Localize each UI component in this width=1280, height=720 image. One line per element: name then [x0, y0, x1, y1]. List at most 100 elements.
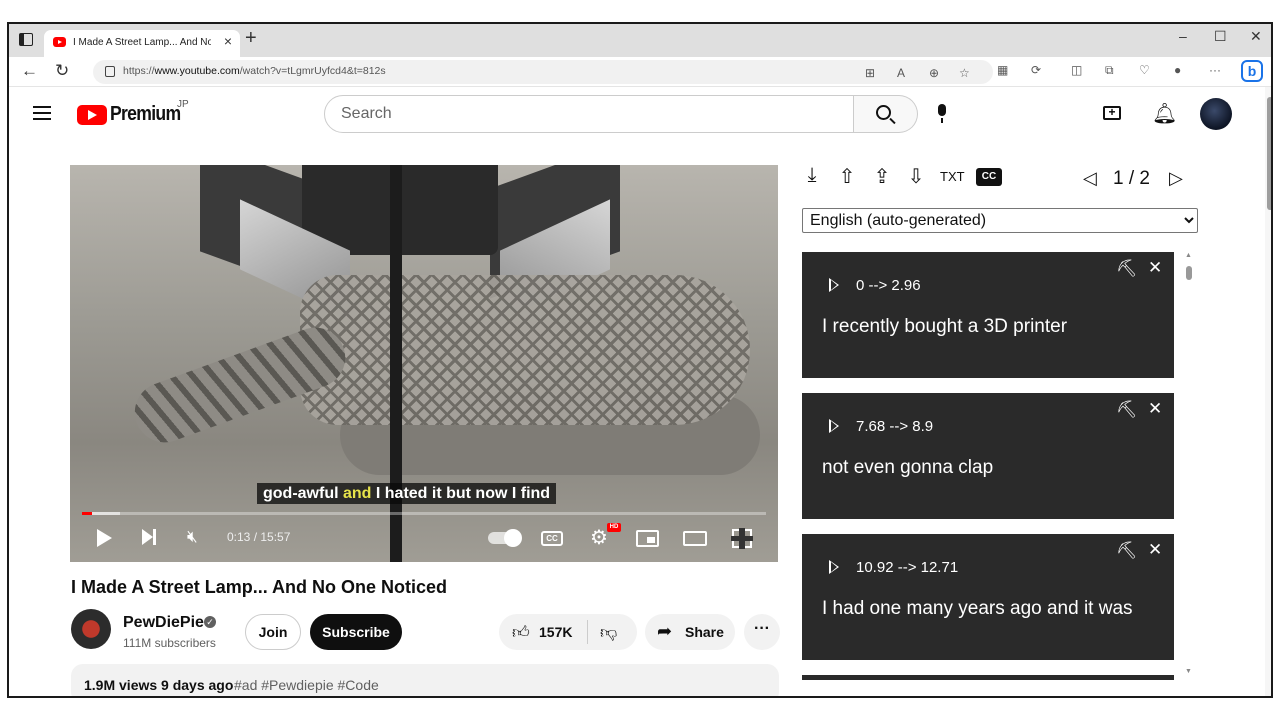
page-scrollbar[interactable]: [1265, 87, 1271, 696]
progress-bar[interactable]: [82, 512, 766, 515]
segment-close-icon[interactable]: ✕: [1148, 399, 1162, 419]
lock-icon: [105, 66, 115, 77]
segment-close-icon[interactable]: ✕: [1148, 540, 1162, 560]
more-actions-button[interactable]: ···: [744, 614, 780, 650]
miniplayer-icon[interactable]: [636, 530, 659, 547]
address-bar: ← ↻ https://www.youtube.com/watch?v=tLgm…: [9, 57, 1271, 87]
transcript-scrollbar[interactable]: ▲ ▼: [1185, 252, 1193, 682]
join-button[interactable]: Join: [245, 614, 301, 650]
search-input[interactable]: [341, 105, 821, 123]
channel-name[interactable]: PewDiePie: [123, 614, 204, 632]
favorite-star-icon[interactable]: ☆: [959, 66, 970, 80]
voice-search-icon[interactable]: [938, 104, 946, 123]
segment-close-icon[interactable]: ✕: [1148, 258, 1162, 278]
like-dislike-group: 👍︎ 157K 👎︎: [499, 614, 637, 650]
theater-mode-icon[interactable]: [683, 531, 707, 546]
youtube-logo-icon[interactable]: [77, 105, 107, 125]
minimize-icon[interactable]: –: [1179, 28, 1187, 44]
split-screen-icon[interactable]: ◫: [1071, 63, 1082, 77]
hammer-icon[interactable]: ⛏: [1116, 541, 1138, 561]
hammer-icon[interactable]: ⛏: [1116, 400, 1138, 420]
tab-actions-icon[interactable]: [19, 33, 33, 46]
view-count-date: 1.9M views 9 days ago: [84, 677, 234, 693]
scroll-up-icon[interactable]: ▲: [1185, 252, 1192, 259]
muted-volume-icon[interactable]: 🔇︎: [187, 527, 198, 547]
page-scroll-thumb[interactable]: [1267, 97, 1271, 210]
maximize-icon[interactable]: ☐: [1214, 28, 1227, 45]
collections-icon[interactable]: ⧉: [1105, 63, 1114, 78]
account-avatar[interactable]: [1200, 98, 1232, 130]
hd-badge: HD: [607, 523, 621, 532]
guide-menu-icon[interactable]: [33, 106, 51, 120]
tab-youtube[interactable]: I Made A Street Lamp... And No One Notic…: [44, 30, 240, 57]
verified-check-icon: ✓: [204, 616, 216, 628]
zoom-icon[interactable]: ⊕: [929, 66, 939, 80]
back-icon[interactable]: ←: [21, 61, 38, 81]
search-box: [324, 95, 854, 133]
transcript-segment[interactable]: ⛏ ✕ 0 --> 2.96 I recently bought a 3D pr…: [802, 252, 1174, 378]
share-arrow-icon: ➦: [657, 621, 673, 641]
transcript-cc-icon[interactable]: CC: [976, 168, 1002, 186]
download-icon[interactable]: ⤓: [802, 164, 822, 190]
autoplay-toggle[interactable]: [488, 529, 522, 547]
bing-copilot-icon[interactable]: b: [1241, 60, 1263, 82]
new-tab-icon[interactable]: +: [245, 27, 257, 50]
segment-play-icon[interactable]: [829, 419, 839, 433]
transcript-scroll-thumb[interactable]: [1186, 266, 1192, 280]
next-video-icon[interactable]: [142, 529, 156, 545]
performance-icon[interactable]: ♡: [1139, 63, 1150, 77]
segment-time: 7.68 --> 8.9: [856, 418, 934, 435]
extension-icon[interactable]: ▦: [997, 63, 1008, 77]
refresh-icon[interactable]: ↻: [55, 61, 69, 81]
share-label: Share: [685, 624, 724, 640]
progress-played: [82, 512, 92, 515]
subtitles-cc-icon[interactable]: CC: [541, 531, 563, 546]
puzzle-icon[interactable]: ⟳: [1031, 63, 1041, 77]
read-aloud-icon[interactable]: A: [897, 66, 905, 80]
previous-page-icon[interactable]: ◁: [1083, 168, 1097, 189]
tab-close-icon[interactable]: ×: [224, 33, 232, 49]
video-caption: god-awful and I hated it but now I find: [257, 483, 557, 504]
segment-text: I had one many years ago and it was: [822, 598, 1133, 619]
search-button[interactable]: [854, 95, 918, 133]
channel-avatar[interactable]: [71, 609, 111, 649]
youtube-logo-text[interactable]: Premium: [110, 103, 181, 126]
txt-file-icon[interactable]: TXT: [940, 164, 965, 190]
transcript-segment[interactable]: ⛏ ✕ 10.92 --> 12.71 I had one many years…: [802, 534, 1174, 660]
menu-dots-icon[interactable]: ···: [1209, 63, 1221, 77]
create-video-icon[interactable]: +: [1103, 106, 1121, 120]
language-select[interactable]: English (auto-generated): [802, 208, 1198, 233]
profile-icon[interactable]: ●: [1174, 63, 1181, 77]
settings-gear-icon[interactable]: ⚙: [590, 525, 608, 550]
fullscreen-icon[interactable]: [731, 528, 753, 549]
url-field[interactable]: https://www.youtube.com/watch?v=tLgmrUyf…: [93, 60, 993, 84]
transcript-segment[interactable]: ⛏ ✕ 7.68 --> 8.9 not even gonna clap: [802, 393, 1174, 519]
next-page-icon[interactable]: ▷: [1169, 168, 1183, 189]
share-upload-icon[interactable]: ⇧: [837, 164, 857, 190]
transcript-segment[interactable]: [802, 675, 1174, 680]
video-player[interactable]: god-awful and I hated it but now I find …: [70, 165, 778, 562]
like-thumb-icon[interactable]: 👍︎: [512, 622, 530, 643]
segment-play-icon[interactable]: [829, 278, 839, 292]
segment-play-icon[interactable]: [829, 560, 839, 574]
dislike-thumb-icon[interactable]: 👎︎: [600, 622, 617, 643]
notifications-bell-icon[interactable]: 🔔︎: [1152, 101, 1177, 126]
description-box[interactable]: 1.9M views 9 days ago #ad #Pewdiepie #Co…: [71, 664, 779, 696]
save-down-icon[interactable]: ⇩: [906, 164, 926, 190]
export-up-icon[interactable]: ⇪: [872, 164, 892, 190]
window-close-icon[interactable]: ✕: [1250, 28, 1262, 45]
app-available-icon[interactable]: ⊞: [865, 66, 875, 80]
like-divider: [587, 620, 588, 644]
hammer-icon[interactable]: ⛏: [1116, 259, 1138, 279]
video-title: I Made A Street Lamp... And No One Notic…: [71, 577, 448, 597]
time-display: 0:13 / 15:57: [227, 530, 291, 544]
like-count[interactable]: 157K: [539, 624, 572, 640]
description-hashtags[interactable]: #ad #Pewdiepie #Code: [234, 677, 379, 693]
play-icon[interactable]: [97, 529, 112, 547]
segment-time: 0 --> 2.96: [856, 277, 921, 294]
youtube-favicon-icon: [53, 37, 66, 47]
scroll-down-icon[interactable]: ▼: [1185, 668, 1192, 675]
tab-bar: I Made A Street Lamp... And No One Notic…: [9, 24, 1271, 57]
subscribe-button[interactable]: Subscribe: [310, 614, 402, 650]
share-button[interactable]: ➦ Share: [645, 614, 735, 650]
